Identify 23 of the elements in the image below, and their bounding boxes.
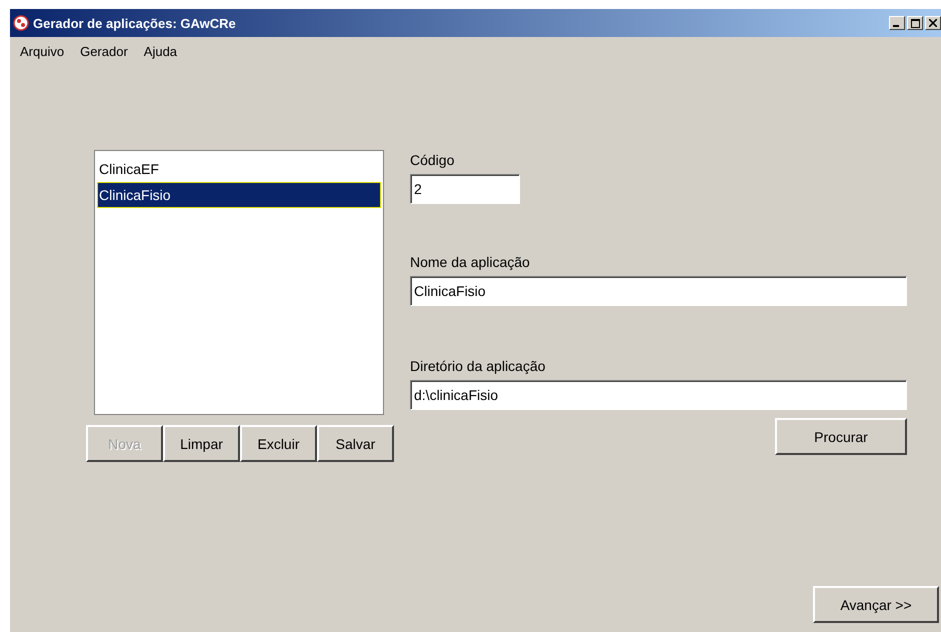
menu-item[interactable]: Arquivo: [12, 44, 72, 58]
text-field[interactable]: ClinicaFisio: [410, 276, 907, 306]
maximize-icon: [910, 18, 920, 28]
list-item[interactable]: ClinicaEF: [97, 156, 381, 182]
action-button[interactable]: Excluir: [240, 425, 317, 462]
window-title: Gerador de aplicações: GAwCRe: [33, 16, 236, 30]
action-button[interactable]: Salvar: [317, 425, 394, 462]
list-item[interactable]: ClinicaFisio: [97, 182, 381, 208]
close-button[interactable]: [925, 16, 941, 30]
maximize-button[interactable]: [907, 16, 923, 30]
menu-item[interactable]: Gerador: [72, 44, 136, 58]
field-label: Diretório da aplicação: [410, 357, 546, 376]
text-field[interactable]: d:\clinicaFisio: [410, 380, 907, 410]
browse-button[interactable]: Procurar: [775, 418, 907, 455]
app-icon: [13, 15, 29, 31]
field-label: Código: [410, 151, 456, 170]
minimize-button[interactable]: [889, 16, 905, 30]
close-icon: [929, 19, 937, 27]
next-button[interactable]: Avançar >>: [813, 586, 939, 623]
field-label: Nome da aplicação: [410, 253, 531, 272]
action-button[interactable]: Limpar: [163, 425, 240, 462]
text-field[interactable]: 2: [410, 174, 520, 204]
menu-item[interactable]: Ajuda: [136, 44, 186, 58]
